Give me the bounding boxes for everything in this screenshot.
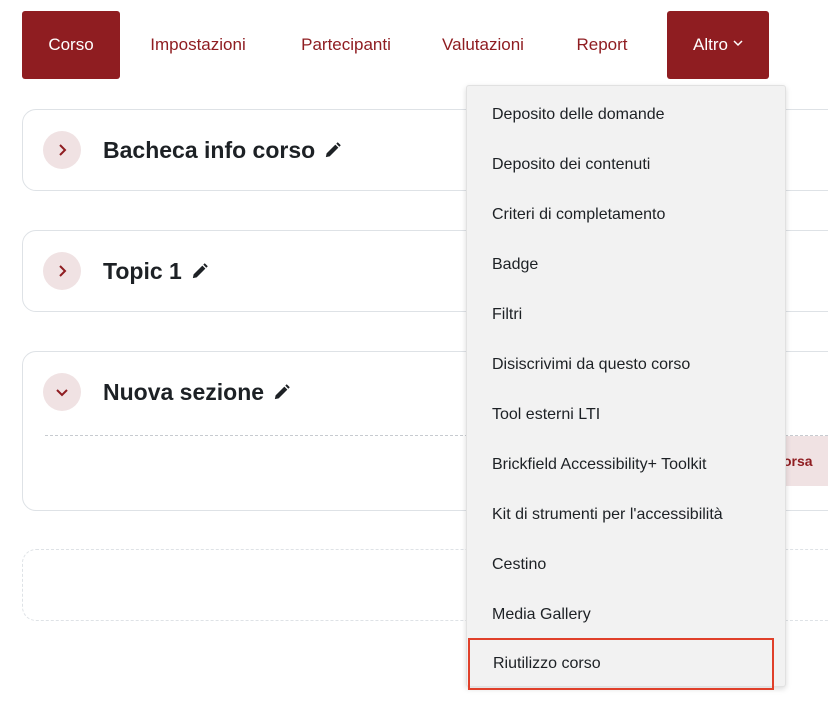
section-title-text: Nuova sezione — [103, 379, 265, 405]
menu-item-brickfield-toolkit[interactable]: Brickfield Accessibility+ Toolkit — [467, 441, 785, 489]
course-nav: Corso Impostazioni Partecipanti Valutazi… — [22, 11, 828, 79]
menu-item-kit-accessibilita[interactable]: Kit di strumenti per l'accessibilità — [467, 491, 785, 539]
section-title-text: Topic 1 — [103, 258, 182, 284]
menu-item-media-gallery[interactable]: Media Gallery — [467, 591, 785, 639]
altro-dropdown-menu: Deposito delle domande Deposito dei cont… — [466, 85, 786, 690]
chevron-right-icon — [59, 265, 67, 277]
section-toggle-button[interactable] — [43, 252, 81, 290]
menu-item-cestino[interactable]: Cestino — [467, 541, 785, 589]
section-title: Nuova sezione — [103, 379, 291, 406]
pencil-icon[interactable] — [272, 383, 291, 402]
menu-item-deposito-contenuti[interactable]: Deposito dei contenuti — [467, 141, 785, 189]
menu-item-deposito-domande[interactable]: Deposito delle domande — [467, 91, 785, 139]
tab-report[interactable]: Report — [562, 11, 642, 79]
tab-corso[interactable]: Corso — [22, 11, 120, 79]
chevron-down-icon — [733, 38, 743, 50]
section-title: Bacheca info corso — [103, 137, 342, 164]
chevron-down-icon — [56, 389, 68, 397]
menu-item-badge[interactable]: Badge — [467, 241, 785, 289]
tab-altro-label: Altro — [693, 35, 728, 54]
menu-item-disiscrivimi[interactable]: Disiscrivimi da questo corso — [467, 341, 785, 389]
menu-item-criteri-completamento[interactable]: Criteri di completamento — [467, 191, 785, 239]
section-title-text: Bacheca info corso — [103, 137, 316, 163]
section-toggle-button[interactable] — [43, 373, 81, 411]
menu-item-filtri[interactable]: Filtri — [467, 291, 785, 339]
tab-impostazioni[interactable]: Impostazioni — [132, 11, 264, 79]
tab-altro[interactable]: Altro — [667, 11, 769, 79]
tab-partecipanti[interactable]: Partecipanti — [284, 11, 408, 79]
section-title: Topic 1 — [103, 258, 209, 285]
chevron-right-icon — [59, 144, 67, 156]
tab-valutazioni[interactable]: Valutazioni — [426, 11, 540, 79]
pencil-icon[interactable] — [323, 141, 342, 160]
section-toggle-button[interactable] — [43, 131, 81, 169]
menu-item-tool-esterni-lti[interactable]: Tool esterni LTI — [467, 391, 785, 439]
menu-item-riutilizzo-corso[interactable]: Riutilizzo corso — [468, 638, 774, 690]
pencil-icon[interactable] — [190, 262, 209, 281]
